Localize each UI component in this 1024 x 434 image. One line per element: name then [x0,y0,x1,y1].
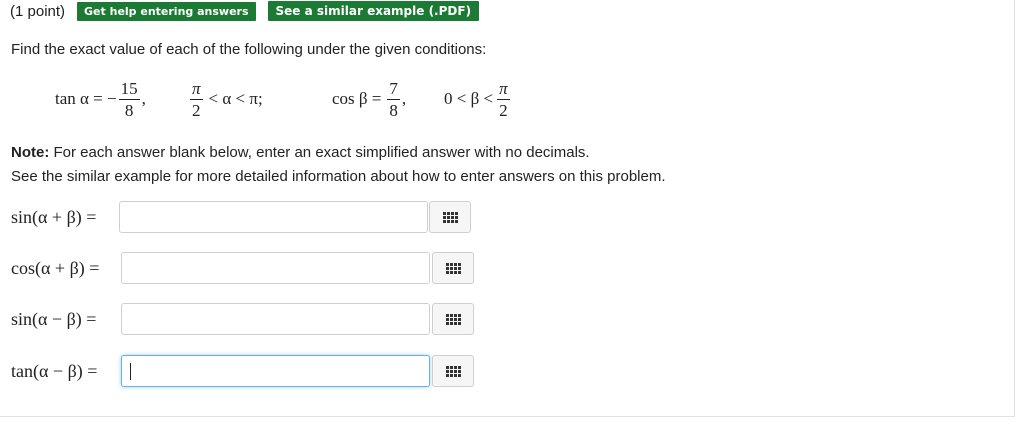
answer-input-tan-diff[interactable] [121,355,430,387]
alpha-range-condition: π 2 < α < π; [188,76,263,122]
pi-denominator: 2 [499,100,508,120]
question-row: sin(α + β) = [11,200,119,234]
problem-prompt: Find the exact value of each of the foll… [11,41,487,58]
answer-input-cos-sum[interactable] [121,252,430,284]
cos-beta-condition: cos β = 7 8 , [332,76,406,122]
pi-numerator: π [497,78,510,100]
equation-editor-button[interactable] [429,201,471,233]
beta-range-condition: 0 < β < π 2 [444,76,512,122]
equation-editor-button[interactable] [432,303,474,335]
comma: , [141,89,146,108]
tan-fraction: 15 8 [118,78,140,120]
problem-panel: (1 point) Get help entering answers See … [0,0,1015,417]
cos-denominator: 8 [389,100,398,120]
similar-example-button[interactable]: See a similar example (.PDF) [267,1,480,21]
note-line-1: For each answer blank below, enter an ex… [53,144,590,161]
answer-input-sin-sum[interactable] [119,201,428,233]
pi-denominator: 2 [192,100,201,120]
tan-alpha-condition: tan α = − 15 8 , [55,76,146,122]
points-label: (1 point) [10,2,66,20]
help-entering-answers-button[interactable]: Get help entering answers [77,1,256,21]
cos-numerator: 7 [387,78,400,100]
question-row: tan(α − β) = [11,354,119,388]
alpha-range-text: < α < π; [208,89,263,108]
grid-palette-icon [445,313,461,325]
question-row: cos(α + β) = [11,251,119,285]
question-row: sin(α − β) = [11,302,119,336]
note-text: Note: For each answer blank below, enter… [11,141,666,189]
grid-palette-icon [445,365,461,377]
note-label: Note: [11,144,50,161]
beta-range-text: 0 < β < [444,89,494,108]
tan-lhs: tan α = − [55,89,117,108]
pi-numerator: π [190,78,203,100]
answer-input-sin-diff[interactable] [121,303,430,335]
tan-numerator: 15 [118,78,140,100]
cos-fraction: 7 8 [387,80,400,119]
grid-palette-icon [442,211,458,223]
question-label: tan(α − β) = [11,360,98,381]
question-label: cos(α + β) = [11,257,100,278]
grid-palette-icon [445,262,461,274]
equation-editor-button[interactable] [432,252,474,284]
question-label: sin(α − β) = [11,308,97,329]
equation-editor-button[interactable] [432,355,474,387]
tan-denominator: 8 [124,100,134,120]
pi-over-2-fraction: π 2 [190,80,203,119]
cos-lhs: cos β = [332,89,382,108]
question-label: sin(α + β) = [11,206,97,227]
problem-header: (1 point) Get help entering answers See … [10,0,491,22]
pi-over-2-fraction: π 2 [497,80,510,119]
comma: , [401,89,407,108]
text-caret [130,363,131,380]
note-line-2: See the similar example for more detaile… [11,168,666,185]
